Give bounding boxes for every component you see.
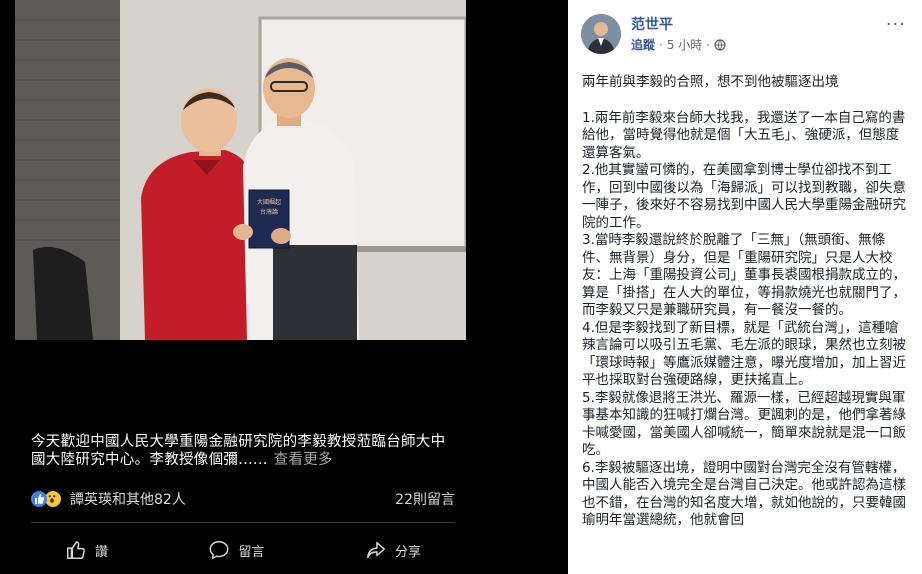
like-label: 讚 <box>95 544 109 560</box>
comments-count[interactable]: 22則留言 <box>395 489 455 509</box>
caption-text: 今天歡迎中國人民大學重陽金融研究院的李毅教授蒞臨台師大中國大陸研究中心。李教授像… <box>31 434 446 468</box>
post-sidebar: 范世平 追蹤 · 5 小時 · ··· 兩年前與李毅的合照，想不到他被驅逐出境 … <box>568 0 922 574</box>
svg-text:台灣論: 台灣論 <box>260 208 278 216</box>
share-arrow-icon <box>366 541 385 559</box>
follow-button[interactable]: 追蹤 <box>631 36 655 53</box>
comment-label: 留言 <box>238 544 265 560</box>
action-bar: 讚 留言 分享 <box>31 534 455 566</box>
thumbs-up-icon <box>67 541 85 559</box>
photo-illustration: 大國崛起 台灣論 <box>15 0 466 340</box>
divider <box>31 522 455 523</box>
post-paragraph: 6.李毅被驅逐出境，證明中國對台灣完全沒有管轄權，中國人能否入境完全是台灣自己決… <box>582 459 906 529</box>
share-label: 分享 <box>394 544 421 560</box>
meta-separator: · <box>659 37 663 52</box>
globe-icon <box>714 38 726 51</box>
photo-viewer: 大國崛起 台灣論 今天歡迎中國人民大學重陽金融研究院的李毅教授蒞臨台師大中國大陸… <box>0 0 568 574</box>
post-photo[interactable]: 大國崛起 台灣論 <box>15 0 466 340</box>
meta-separator: · <box>706 37 711 52</box>
avatar[interactable] <box>581 14 621 54</box>
comment-button[interactable]: 留言 <box>174 534 298 566</box>
post-meta: 追蹤 · 5 小時 · <box>631 36 726 53</box>
comment-bubble-icon <box>210 541 229 559</box>
post-paragraph: 4.但是李毅找到了新目標，就是「武統台灣」，這種嗆辣言論可以吸引五毛黨、毛左派的… <box>582 319 906 389</box>
reactions-summary[interactable]: 譚英瑛和其他82人 <box>70 489 186 509</box>
post-time[interactable]: 5 小時 <box>667 36 702 53</box>
share-button[interactable]: 分享 <box>331 534 455 566</box>
post-paragraph: 2.他其實蠻可憐的，在美國拿到博士學位卻找不到工作，回到中國後以為「海歸派」可以… <box>582 162 906 231</box>
like-button[interactable]: 讚 <box>31 534 142 566</box>
photo-caption: 今天歡迎中國人民大學重陽金融研究院的李毅教授蒞臨台師大中國大陸研究中心。李教授像… <box>31 433 456 469</box>
like-reaction-icon[interactable] <box>31 491 47 507</box>
post-paragraph: 3.當時李毅還說終於脫離了「三無」（無頭銜、無條件、無背景）身分，但是「重陽研究… <box>582 232 906 318</box>
more-options-icon[interactable]: ··· <box>886 14 906 35</box>
post-paragraph: 5.李毅就像退將王洪光、羅源一樣，已經超越現實與軍事基本知識的狂喊打爛台灣。更諷… <box>582 389 906 459</box>
see-more-link[interactable]: 查看更多 <box>274 452 333 468</box>
post-lead: 兩年前與李毅的合照，想不到他被驅逐出境 <box>582 74 839 90</box>
post-body: 兩年前與李毅的合照，想不到他被驅逐出境 1.兩年前李毅來台師大找我，我還送了一本… <box>582 74 908 530</box>
post-paragraph: 1.兩年前李毅來台師大找我，我還送了一本自己寫的書給他，當時覺得他就是個「大五毛… <box>582 109 906 161</box>
reactions-bar: 譚英瑛和其他82人 22則留言 <box>31 488 455 510</box>
svg-text:大國崛起: 大國崛起 <box>257 198 281 206</box>
author-name[interactable]: 范世平 <box>631 14 673 34</box>
